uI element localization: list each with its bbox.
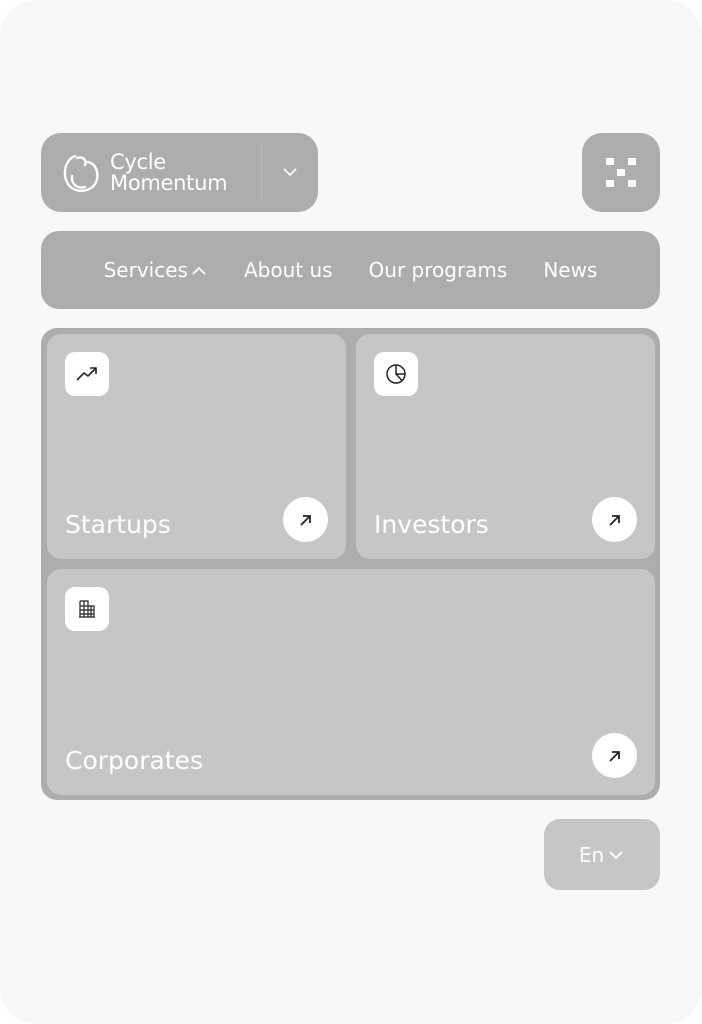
card-icon-box — [65, 587, 109, 631]
grid-dots-icon — [606, 158, 636, 187]
menu-button[interactable] — [582, 133, 660, 212]
brand-line1: Cycle — [110, 150, 166, 174]
nav-item-our-programs[interactable]: Our programs — [369, 258, 508, 282]
card-startups[interactable]: Startups — [47, 334, 346, 559]
main-nav: Services About us Our programs News — [41, 231, 660, 309]
trending-up-icon — [76, 367, 97, 381]
nav-item-news[interactable]: News — [543, 258, 597, 282]
brand-selector[interactable]: Cycle Momentum — [41, 133, 318, 212]
circle-swirl-icon — [63, 154, 99, 192]
arrow-up-right-icon — [299, 514, 311, 526]
building-icon — [79, 600, 95, 618]
nav-label: Services — [103, 258, 188, 282]
brand-line2: Momentum — [110, 171, 228, 195]
pie-chart-icon — [386, 364, 406, 384]
chevron-up-icon — [192, 266, 206, 275]
arrow-up-right-icon — [608, 750, 620, 762]
card-title: Corporates — [65, 746, 204, 775]
services-dropdown: Startups Investors Corporates — [41, 328, 660, 800]
arrow-up-right-icon — [608, 514, 620, 526]
nav-item-about-us[interactable]: About us — [244, 258, 333, 282]
open-investors-button[interactable] — [592, 497, 637, 542]
divider — [261, 144, 262, 202]
card-corporates[interactable]: Corporates — [47, 569, 655, 795]
card-investors[interactable]: Investors — [356, 334, 655, 559]
chevron-down-icon[interactable] — [277, 159, 303, 185]
chevron-down-icon — [609, 850, 623, 859]
brand-name: Cycle Momentum — [110, 150, 228, 195]
card-title: Startups — [65, 510, 171, 539]
language-selector[interactable]: En — [544, 819, 660, 890]
language-label: En — [578, 842, 605, 867]
card-icon-box — [65, 352, 109, 396]
open-corporates-button[interactable] — [592, 733, 637, 778]
page-frame: Cycle Momentum Services About us Our pro… — [0, 0, 702, 1024]
nav-item-services[interactable]: Services — [104, 258, 208, 282]
open-startups-button[interactable] — [283, 497, 328, 542]
card-title: Investors — [374, 510, 489, 539]
card-icon-box — [374, 352, 418, 396]
